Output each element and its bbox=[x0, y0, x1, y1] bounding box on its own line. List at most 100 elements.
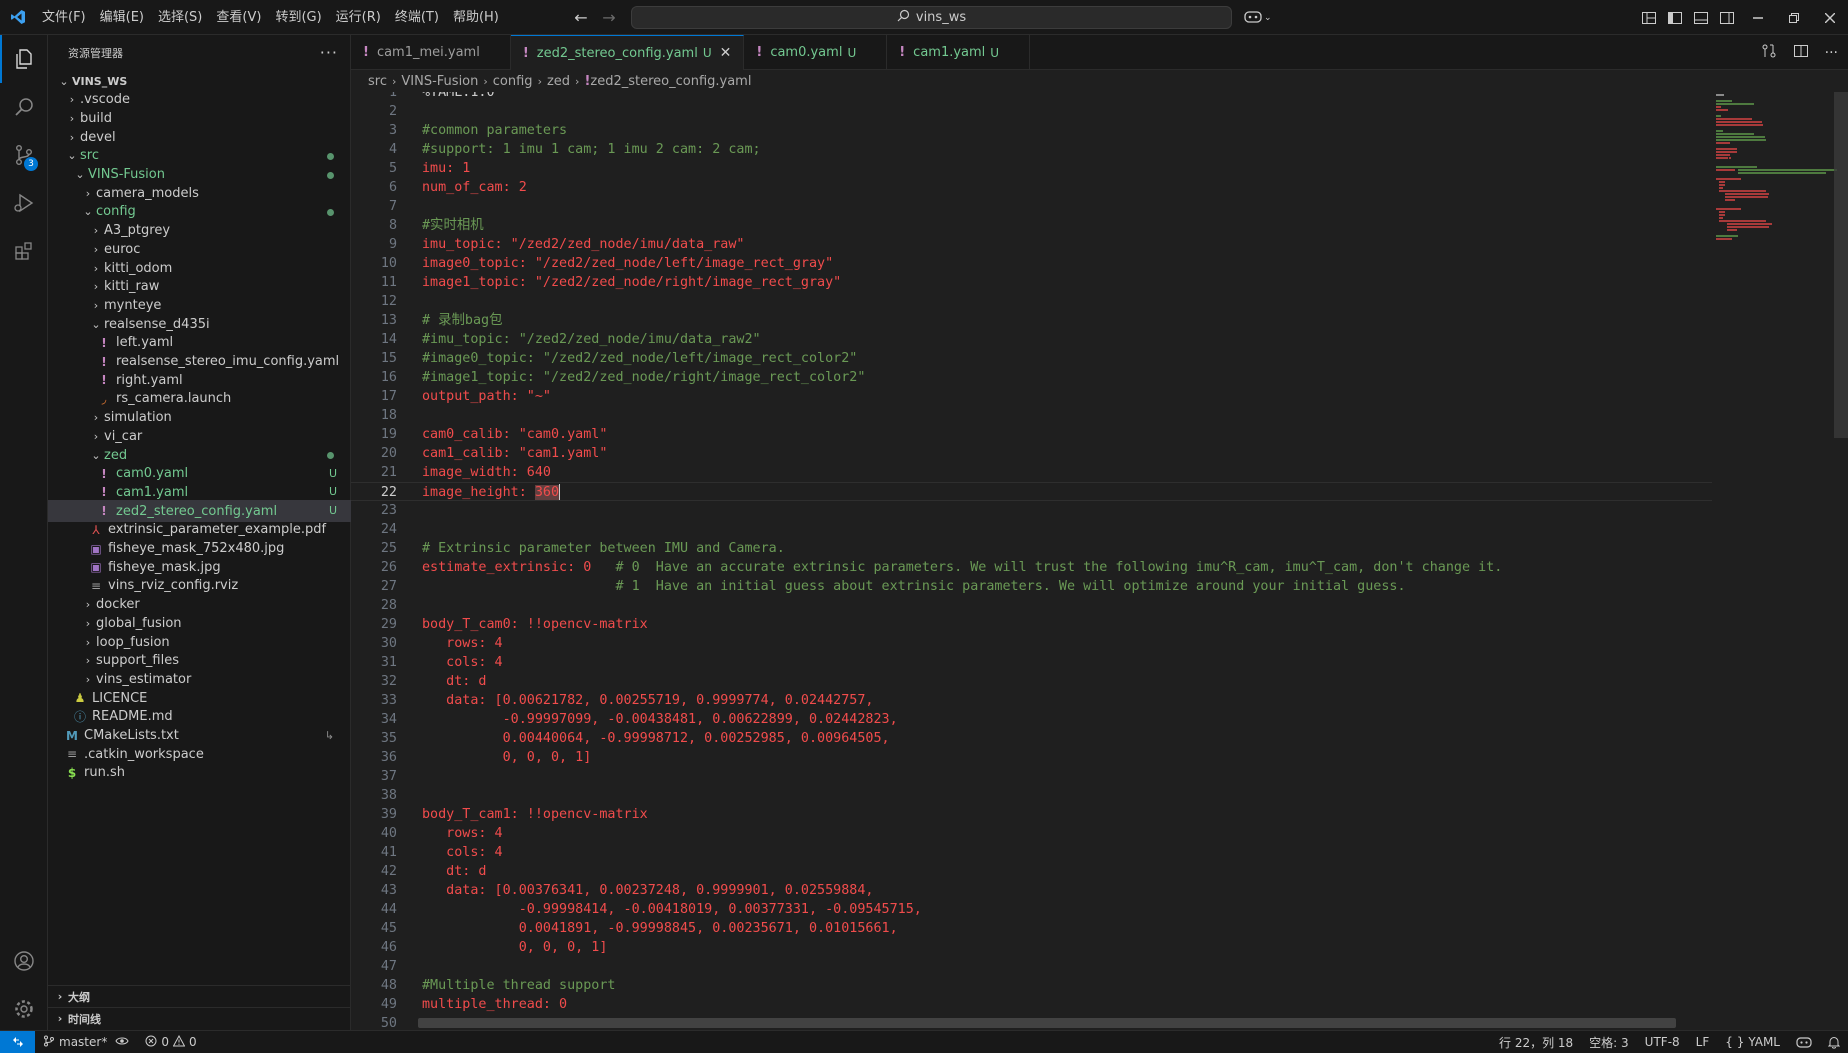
code-line[interactable]: 17 output_path: "~" bbox=[351, 387, 1712, 406]
code-line[interactable]: 40 rows: 4 bbox=[351, 824, 1712, 843]
horizontal-scrollbar[interactable] bbox=[418, 1018, 1676, 1028]
code-line[interactable]: 13 # 录制bag包 bbox=[351, 311, 1712, 330]
code-line[interactable]: 2 bbox=[351, 102, 1712, 121]
code-line[interactable]: 22 image_height: 360 bbox=[351, 482, 1712, 501]
editor-tab[interactable]: ! cam1.yaml U bbox=[887, 35, 1031, 70]
run-debug-icon[interactable] bbox=[0, 179, 48, 227]
cursor-position[interactable]: 行 22，列 18 bbox=[1491, 1034, 1581, 1051]
code-line[interactable]: 44 -0.99998414, -0.00418019, 0.00377331,… bbox=[351, 900, 1712, 919]
code-line[interactable]: 41 cols: 4 bbox=[351, 843, 1712, 862]
editor-tab[interactable]: ! cam1_mei.yaml bbox=[351, 35, 511, 70]
code-line[interactable]: 35 0.00440064, -0.99998712, 0.00252985, … bbox=[351, 729, 1712, 748]
toggle-secondary-sidebar-icon[interactable] bbox=[1714, 0, 1740, 35]
code-line[interactable]: 38 bbox=[351, 786, 1712, 805]
code-line[interactable]: 4 #support: 1 imu 1 cam; 1 imu 2 cam: 2 c… bbox=[351, 140, 1712, 159]
code-line[interactable]: 6 num_of_cam: 2 bbox=[351, 178, 1712, 197]
menu-item[interactable]: 选择(S) bbox=[151, 0, 209, 35]
encoding[interactable]: UTF-8 bbox=[1637, 1035, 1688, 1049]
source-control-icon[interactable]: 3 bbox=[0, 131, 48, 179]
vertical-scrollbar[interactable] bbox=[1834, 92, 1848, 438]
menu-item[interactable]: 转到(G) bbox=[268, 0, 328, 35]
code-line[interactable]: 27 # 1 Have an initial guess about extri… bbox=[351, 577, 1712, 596]
code-line[interactable]: 36 0, 0, 0, 1] bbox=[351, 748, 1712, 767]
minimize-icon[interactable] bbox=[1740, 0, 1776, 35]
code-line[interactable]: 29 body_T_cam0: !!opencv-matrix bbox=[351, 615, 1712, 634]
open-changes-icon[interactable] bbox=[1761, 43, 1777, 63]
code-line[interactable]: 30 rows: 4 bbox=[351, 634, 1712, 653]
code-line[interactable]: 39 body_T_cam1: !!opencv-matrix bbox=[351, 805, 1712, 824]
back-arrow-icon[interactable]: ← bbox=[570, 7, 592, 29]
code-line[interactable]: 19 cam0_calib: "cam0.yaml" bbox=[351, 425, 1712, 444]
notifications-bell-icon[interactable] bbox=[1820, 1036, 1848, 1049]
sync-icon[interactable] bbox=[115, 1035, 129, 1049]
breadcrumb-item[interactable]: zed2_stereo_config.yaml bbox=[590, 74, 751, 89]
restore-icon[interactable] bbox=[1776, 0, 1812, 35]
customize-layout-icon[interactable] bbox=[1636, 0, 1662, 35]
code-line[interactable]: 15 #image0_topic: "/zed2/zed_node/left/im… bbox=[351, 349, 1712, 368]
menu-item[interactable]: 文件(F) bbox=[35, 0, 93, 35]
code-line[interactable]: 45 0.0041891, -0.99998845, 0.00235671, 0… bbox=[351, 919, 1712, 938]
code-line[interactable]: 49 multiple_thread: 0 bbox=[351, 995, 1712, 1014]
menu-item[interactable]: 查看(V) bbox=[209, 0, 268, 35]
code-line[interactable]: 20 cam1_calib: "cam1.yaml" bbox=[351, 444, 1712, 463]
more-actions-icon[interactable]: ··· bbox=[1825, 45, 1838, 61]
timeline-section[interactable]: › 时间线 bbox=[48, 1007, 351, 1029]
close-tab-icon[interactable]: ✕ bbox=[720, 45, 732, 61]
toggle-panel-icon[interactable] bbox=[1688, 0, 1714, 35]
code-line[interactable]: 3 #common parameters bbox=[351, 121, 1712, 140]
command-center-search[interactable]: vins_ws bbox=[631, 6, 1232, 29]
code-line[interactable]: 21 image_width: 640 bbox=[351, 463, 1712, 482]
code-line[interactable]: 48 #Multiple thread support bbox=[351, 976, 1712, 995]
code-line[interactable]: 10 image0_topic: "/zed2/zed_node/left/ima… bbox=[351, 254, 1712, 273]
code-line[interactable]: 8 #实时相机 bbox=[351, 216, 1712, 235]
code-line[interactable]: 18 bbox=[351, 406, 1712, 425]
outline-section[interactable]: › 大纲 bbox=[48, 985, 351, 1007]
menu-item[interactable]: 终端(T) bbox=[388, 0, 446, 35]
menu-item[interactable]: 帮助(H) bbox=[446, 0, 506, 35]
code-line[interactable]: 42 dt: d bbox=[351, 862, 1712, 881]
git-branch[interactable]: master* bbox=[35, 1035, 137, 1050]
split-editor-icon[interactable] bbox=[1793, 43, 1809, 63]
code-line[interactable]: 12 bbox=[351, 292, 1712, 311]
menu-item[interactable]: 编辑(E) bbox=[93, 0, 151, 35]
manage-gear-icon[interactable] bbox=[0, 985, 48, 1033]
account-icon[interactable] bbox=[0, 937, 48, 985]
code-line[interactable]: 11 image1_topic: "/zed2/zed_node/right/im… bbox=[351, 273, 1712, 292]
code-line[interactable]: 43 data: [0.00376341, 0.00237248, 0.9999… bbox=[351, 881, 1712, 900]
menu-item[interactable]: 运行(R) bbox=[329, 0, 388, 35]
indentation[interactable]: 空格: 3 bbox=[1581, 1034, 1637, 1051]
code-line[interactable]: 16 #image1_topic: "/zed2/zed_node/right/i… bbox=[351, 368, 1712, 387]
close-icon[interactable] bbox=[1812, 0, 1848, 35]
code-line[interactable]: 46 0, 0, 0, 1] bbox=[351, 938, 1712, 957]
code-line[interactable]: 37 bbox=[351, 767, 1712, 786]
minimap[interactable] bbox=[1712, 92, 1837, 1030]
extensions-icon[interactable] bbox=[0, 227, 48, 275]
forward-arrow-icon[interactable]: → bbox=[598, 7, 620, 29]
breadcrumb-item[interactable]: VINS-Fusion bbox=[401, 74, 478, 89]
code-line[interactable]: 14 #imu_topic: "/zed2/zed_node/imu/data_r… bbox=[351, 330, 1712, 349]
editor-tab[interactable]: ! cam0.yaml U bbox=[744, 35, 888, 70]
tree-file[interactable]: $ run.sh bbox=[48, 762, 351, 784]
explorer-icon[interactable] bbox=[0, 35, 48, 83]
search-icon[interactable] bbox=[0, 83, 48, 131]
copilot-status-icon[interactable] bbox=[1788, 1036, 1820, 1048]
code-line[interactable]: 9 imu_topic: "/zed2/zed_node/imu/data_raw… bbox=[351, 235, 1712, 254]
breadcrumb-item[interactable]: src bbox=[368, 74, 387, 89]
problems-indicator[interactable]: 0 0 bbox=[137, 1034, 204, 1050]
code-line[interactable]: 25 # Extrinsic parameter between IMU and … bbox=[351, 539, 1712, 558]
code-line[interactable]: 32 dt: d bbox=[351, 672, 1712, 691]
code-line[interactable]: 47 bbox=[351, 957, 1712, 976]
code-line[interactable]: 5 imu: 1 bbox=[351, 159, 1712, 178]
remote-icon[interactable] bbox=[0, 1031, 35, 1053]
toggle-primary-sidebar-icon[interactable] bbox=[1662, 0, 1688, 35]
code-line[interactable]: 28 bbox=[351, 596, 1712, 615]
code-line[interactable]: 1 %YAML:1.0 bbox=[351, 92, 1712, 102]
code-line[interactable]: 24 bbox=[351, 520, 1712, 539]
code-line[interactable]: 31 cols: 4 bbox=[351, 653, 1712, 672]
end-of-line[interactable]: LF bbox=[1688, 1035, 1718, 1049]
code-line[interactable]: 34 -0.99997099, -0.00438481, 0.00622899,… bbox=[351, 710, 1712, 729]
language-mode[interactable]: { } YAML bbox=[1717, 1035, 1788, 1049]
more-actions-icon[interactable]: ··· bbox=[320, 43, 338, 62]
copilot-button[interactable]: ⌄ bbox=[1244, 6, 1272, 29]
code-line[interactable]: 23 bbox=[351, 501, 1712, 520]
